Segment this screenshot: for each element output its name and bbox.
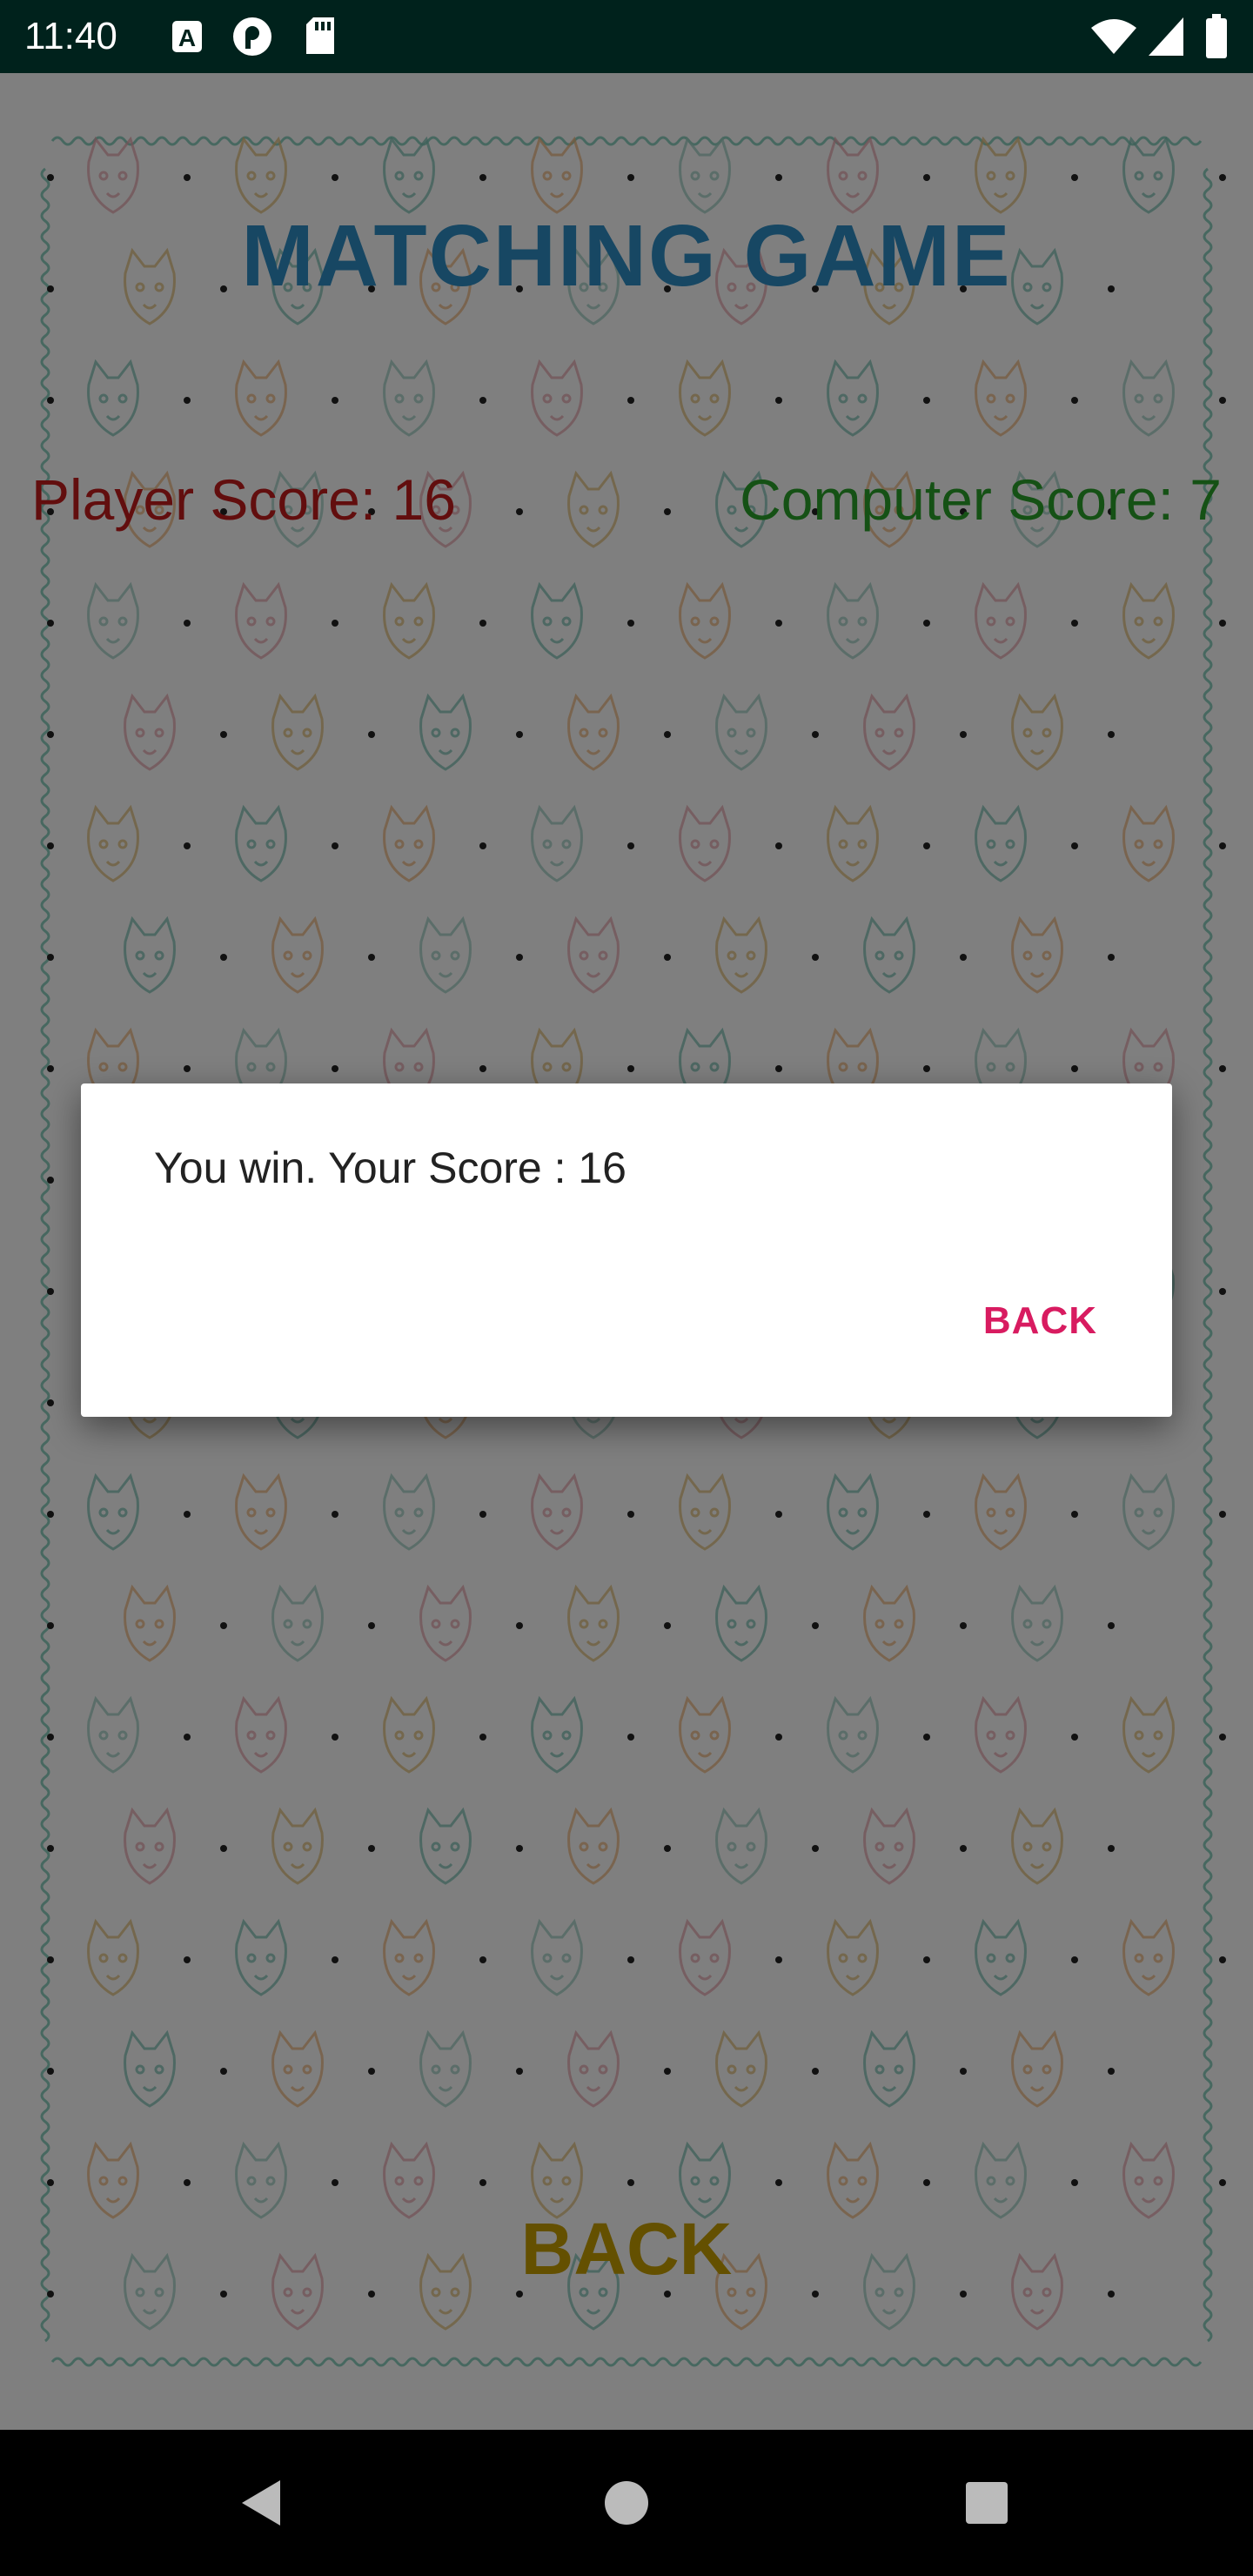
svg-text:A: A [178, 24, 196, 51]
back-triangle-icon[interactable] [218, 2459, 305, 2546]
status-time: 11:40 [24, 15, 117, 57]
dialog-back-button[interactable]: BACK [983, 1298, 1097, 1345]
signal-icon [1149, 17, 1183, 56]
battery-icon [1206, 14, 1227, 58]
result-dialog: You win. Your Score : 16 BACK [81, 1083, 1172, 1417]
recents-square-icon[interactable] [943, 2459, 1030, 2546]
wifi-icon [1091, 19, 1136, 54]
screen: 11:40 A MATCHING GAME Pl [0, 0, 1253, 2576]
status-bar: 11:40 A [0, 0, 1253, 73]
navigation-bar [0, 2430, 1253, 2576]
home-circle-icon[interactable] [583, 2459, 670, 2546]
sd-card-icon [306, 17, 334, 54]
a-badge-icon: A [172, 21, 202, 52]
p-circle-icon [233, 17, 271, 56]
dialog-message: You win. Your Score : 16 [154, 1144, 626, 1192]
